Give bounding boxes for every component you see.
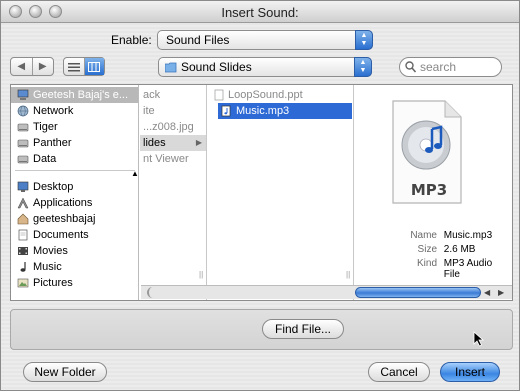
movies-icon xyxy=(18,247,28,255)
location-popup[interactable]: Sound Slides ▲ ▼ xyxy=(158,57,372,77)
browser-column-1: ack ite ...z008.jpg lides ▶ nt Viewer || xyxy=(140,85,207,300)
divider-handle-icon[interactable]: ▲ xyxy=(131,169,139,178)
sidebar-item-documents[interactable]: Documents xyxy=(11,227,138,243)
column1-item-selected[interactable]: lides ▶ xyxy=(140,135,206,151)
column1-item[interactable]: ack xyxy=(143,87,160,103)
computer-icon xyxy=(17,89,29,100)
sidebar-item-desktop[interactable]: Desktop xyxy=(11,179,138,195)
column-resize-icon[interactable]: || xyxy=(199,270,203,279)
audio-file-icon xyxy=(221,105,231,117)
documents-icon xyxy=(18,229,28,241)
sidebar-item-home[interactable]: geeteshbajaj xyxy=(11,211,138,227)
globe-icon xyxy=(17,105,29,117)
column-view-icon xyxy=(88,61,101,72)
sidebar-item-movies[interactable]: Movies xyxy=(11,243,138,259)
cancel-button[interactable]: Cancel xyxy=(368,362,430,382)
scroll-left-arrow-icon[interactable]: ◀ xyxy=(484,286,490,299)
forward-button[interactable]: ▶ xyxy=(31,58,54,75)
search-icon xyxy=(405,61,416,73)
new-folder-button[interactable]: New Folder xyxy=(23,362,107,382)
column1-item[interactable]: ...z008.jpg xyxy=(143,119,194,135)
search-placeholder: search xyxy=(420,60,457,74)
disk-icon xyxy=(17,139,29,148)
music-icon xyxy=(20,262,26,272)
document-icon xyxy=(214,89,224,101)
sidebar-item-panther[interactable]: Panther xyxy=(11,135,138,151)
home-icon xyxy=(17,213,29,225)
info-row-name: Name Music.mp3 xyxy=(410,230,493,241)
column-view-button[interactable] xyxy=(83,58,104,75)
horizontal-scrollbar[interactable]: ◀ ▶ xyxy=(141,285,512,299)
sidebar-item-network[interactable]: Network xyxy=(11,103,138,119)
folder-icon xyxy=(165,62,177,73)
disclosure-arrow-icon: ▶ xyxy=(195,138,202,147)
sidebar-item-music[interactable]: Music xyxy=(11,259,138,275)
scroll-track-start xyxy=(147,287,157,298)
insert-sound-dialog: Insert Sound: Enable: Sound Files ▲ ▼ ◀ ▶ xyxy=(0,0,520,391)
sidebar-item-pictures[interactable]: Pictures xyxy=(11,275,138,291)
list-view-button[interactable] xyxy=(64,58,84,75)
sidebar-item-data[interactable]: Data xyxy=(11,151,138,167)
scroll-right-arrow-icon[interactable]: ▶ xyxy=(498,286,504,299)
column-resize-icon[interactable]: || xyxy=(346,270,350,279)
info-row-size: Size 2.6 MB xyxy=(417,244,476,255)
column1-item[interactable]: ite xyxy=(143,103,155,119)
desktop-icon xyxy=(17,181,29,192)
sidebar-item-tiger[interactable]: Tiger xyxy=(11,119,138,135)
disk-icon xyxy=(17,155,29,164)
location-value: Sound Slides xyxy=(181,60,252,74)
scroll-thumb[interactable] xyxy=(355,287,481,298)
enable-value: Sound Files xyxy=(166,33,230,47)
applications-icon xyxy=(17,197,29,209)
window-title: Insert Sound: xyxy=(221,5,299,20)
insert-button[interactable]: Insert xyxy=(440,362,500,382)
enable-label: Enable: xyxy=(111,33,152,47)
sidebar-divider xyxy=(15,170,135,171)
back-button[interactable]: ◀ xyxy=(11,58,32,75)
mouse-pointer-icon xyxy=(473,331,485,347)
search-field[interactable]: search xyxy=(399,57,502,77)
find-file-button[interactable]: Find File... xyxy=(262,319,344,339)
list-view-icon xyxy=(67,62,80,71)
enable-popup[interactable]: Sound Files ▲ ▼ xyxy=(157,30,373,50)
sidebar-item-computer[interactable]: Geetesh Bajaj's e... xyxy=(11,87,138,103)
view-mode-control xyxy=(63,57,105,76)
disk-icon xyxy=(17,123,29,132)
title-bar: Insert Sound: xyxy=(1,1,519,23)
mp3-badge: MP3 xyxy=(410,181,448,199)
sidebar: Geetesh Bajaj's e... Network Tiger Panth… xyxy=(11,85,139,300)
popup-arrows-icon: ▲ ▼ xyxy=(354,57,372,77)
info-row-kind: Kind MP3 Audio File xyxy=(416,258,493,280)
popup-arrows-icon: ▲ ▼ xyxy=(355,30,373,50)
browser-column-2: LoopSound.ppt Music.mp3 || xyxy=(208,85,354,300)
pictures-icon xyxy=(17,278,29,288)
sidebar-item-applications[interactable]: Applications xyxy=(11,195,138,211)
file-item-loopsound[interactable]: LoopSound.ppt xyxy=(214,87,303,103)
back-forward-control: ◀ ▶ xyxy=(10,57,54,76)
file-item-music-mp3[interactable]: Music.mp3 xyxy=(218,103,352,119)
column1-item[interactable]: nt Viewer xyxy=(143,151,189,167)
